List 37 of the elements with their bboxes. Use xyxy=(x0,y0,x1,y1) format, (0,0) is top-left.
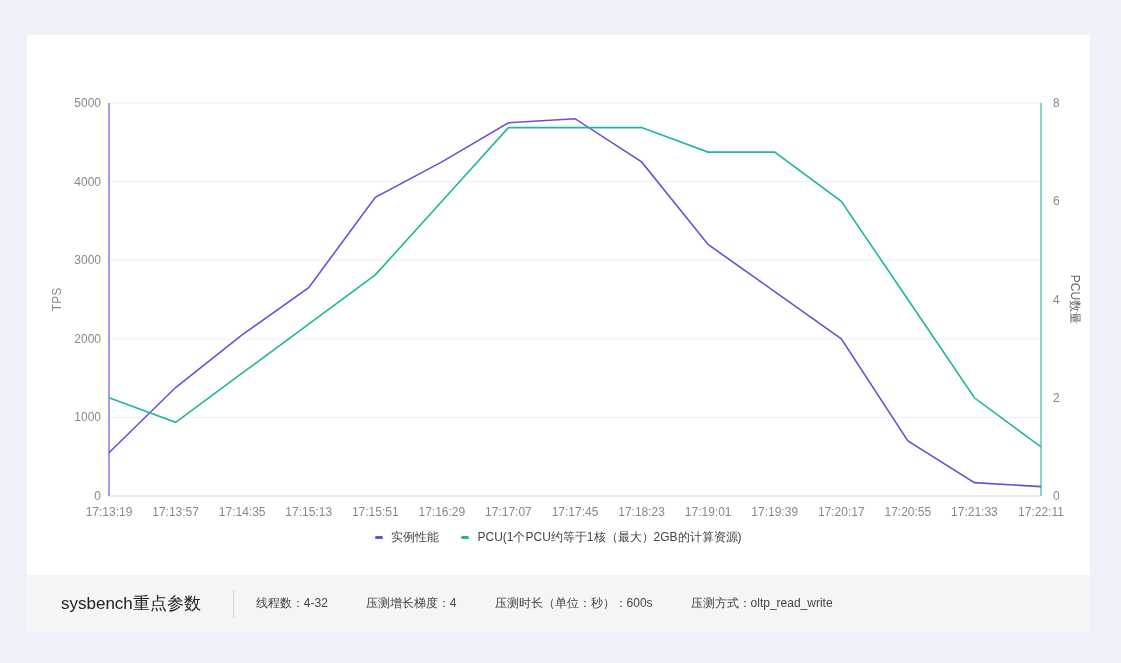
x-axis-label: 17:13:19 xyxy=(85,505,133,519)
y-axis-title: PCU数量 xyxy=(1068,274,1082,325)
y-axis-label: 4000 xyxy=(74,174,101,189)
x-axis-label: 17:20:17 xyxy=(817,505,865,519)
legend-swatch xyxy=(375,536,384,539)
x-axis-label: 17:13:57 xyxy=(152,505,199,519)
x-axis-label: 17:16:29 xyxy=(418,505,466,519)
x-axis-label: 17:19:39 xyxy=(751,505,799,519)
legend-swatch xyxy=(461,536,470,539)
x-axis-label: 17:22:11 xyxy=(1018,505,1064,519)
y-axis-label: 4 xyxy=(1053,292,1060,307)
y-axis-label: 0 xyxy=(94,489,101,503)
y-axis-label: 3000 xyxy=(74,253,101,268)
x-axis-label: 17:15:51 xyxy=(351,505,399,519)
x-axis-label: 17:15:13 xyxy=(285,505,333,519)
y-axis-label: 2 xyxy=(1053,390,1060,405)
x-axis-label: 17:19:01 xyxy=(684,505,732,519)
y-axis-label: 8 xyxy=(1053,96,1060,110)
legend-label[interactable]: 实例性能 xyxy=(391,529,440,546)
y-axis-label: 0 xyxy=(1053,489,1060,503)
param-text: 压测方式：oltp_read_write xyxy=(690,595,833,612)
x-axis-label: 17:21:33 xyxy=(951,505,998,519)
y-axis-title: TPS xyxy=(50,287,64,312)
x-axis-label: 17:14:35 xyxy=(218,505,266,519)
x-axis-label: 17:20:55 xyxy=(884,505,932,519)
params-title: sysbench重点参数 xyxy=(61,593,201,615)
legend-label[interactable]: PCU(1个PCU约等于1核（最大）2GB的计算资源) xyxy=(477,529,742,546)
x-axis-label: 17:17:07 xyxy=(485,505,532,519)
y-axis-label: 5000 xyxy=(74,96,101,110)
x-axis-label: 17:17:45 xyxy=(551,505,599,519)
param-text: 压测时长（单位：秒）：600s xyxy=(494,595,653,612)
y-axis-label: 6 xyxy=(1053,194,1060,209)
y-axis-label: 2000 xyxy=(74,331,101,346)
x-axis-label: 17:18:23 xyxy=(618,505,665,519)
param-text: 线程数：4-32 xyxy=(255,595,328,612)
param-text: 压测增长梯度：4 xyxy=(365,595,457,612)
y-axis-label: 1000 xyxy=(74,410,101,425)
